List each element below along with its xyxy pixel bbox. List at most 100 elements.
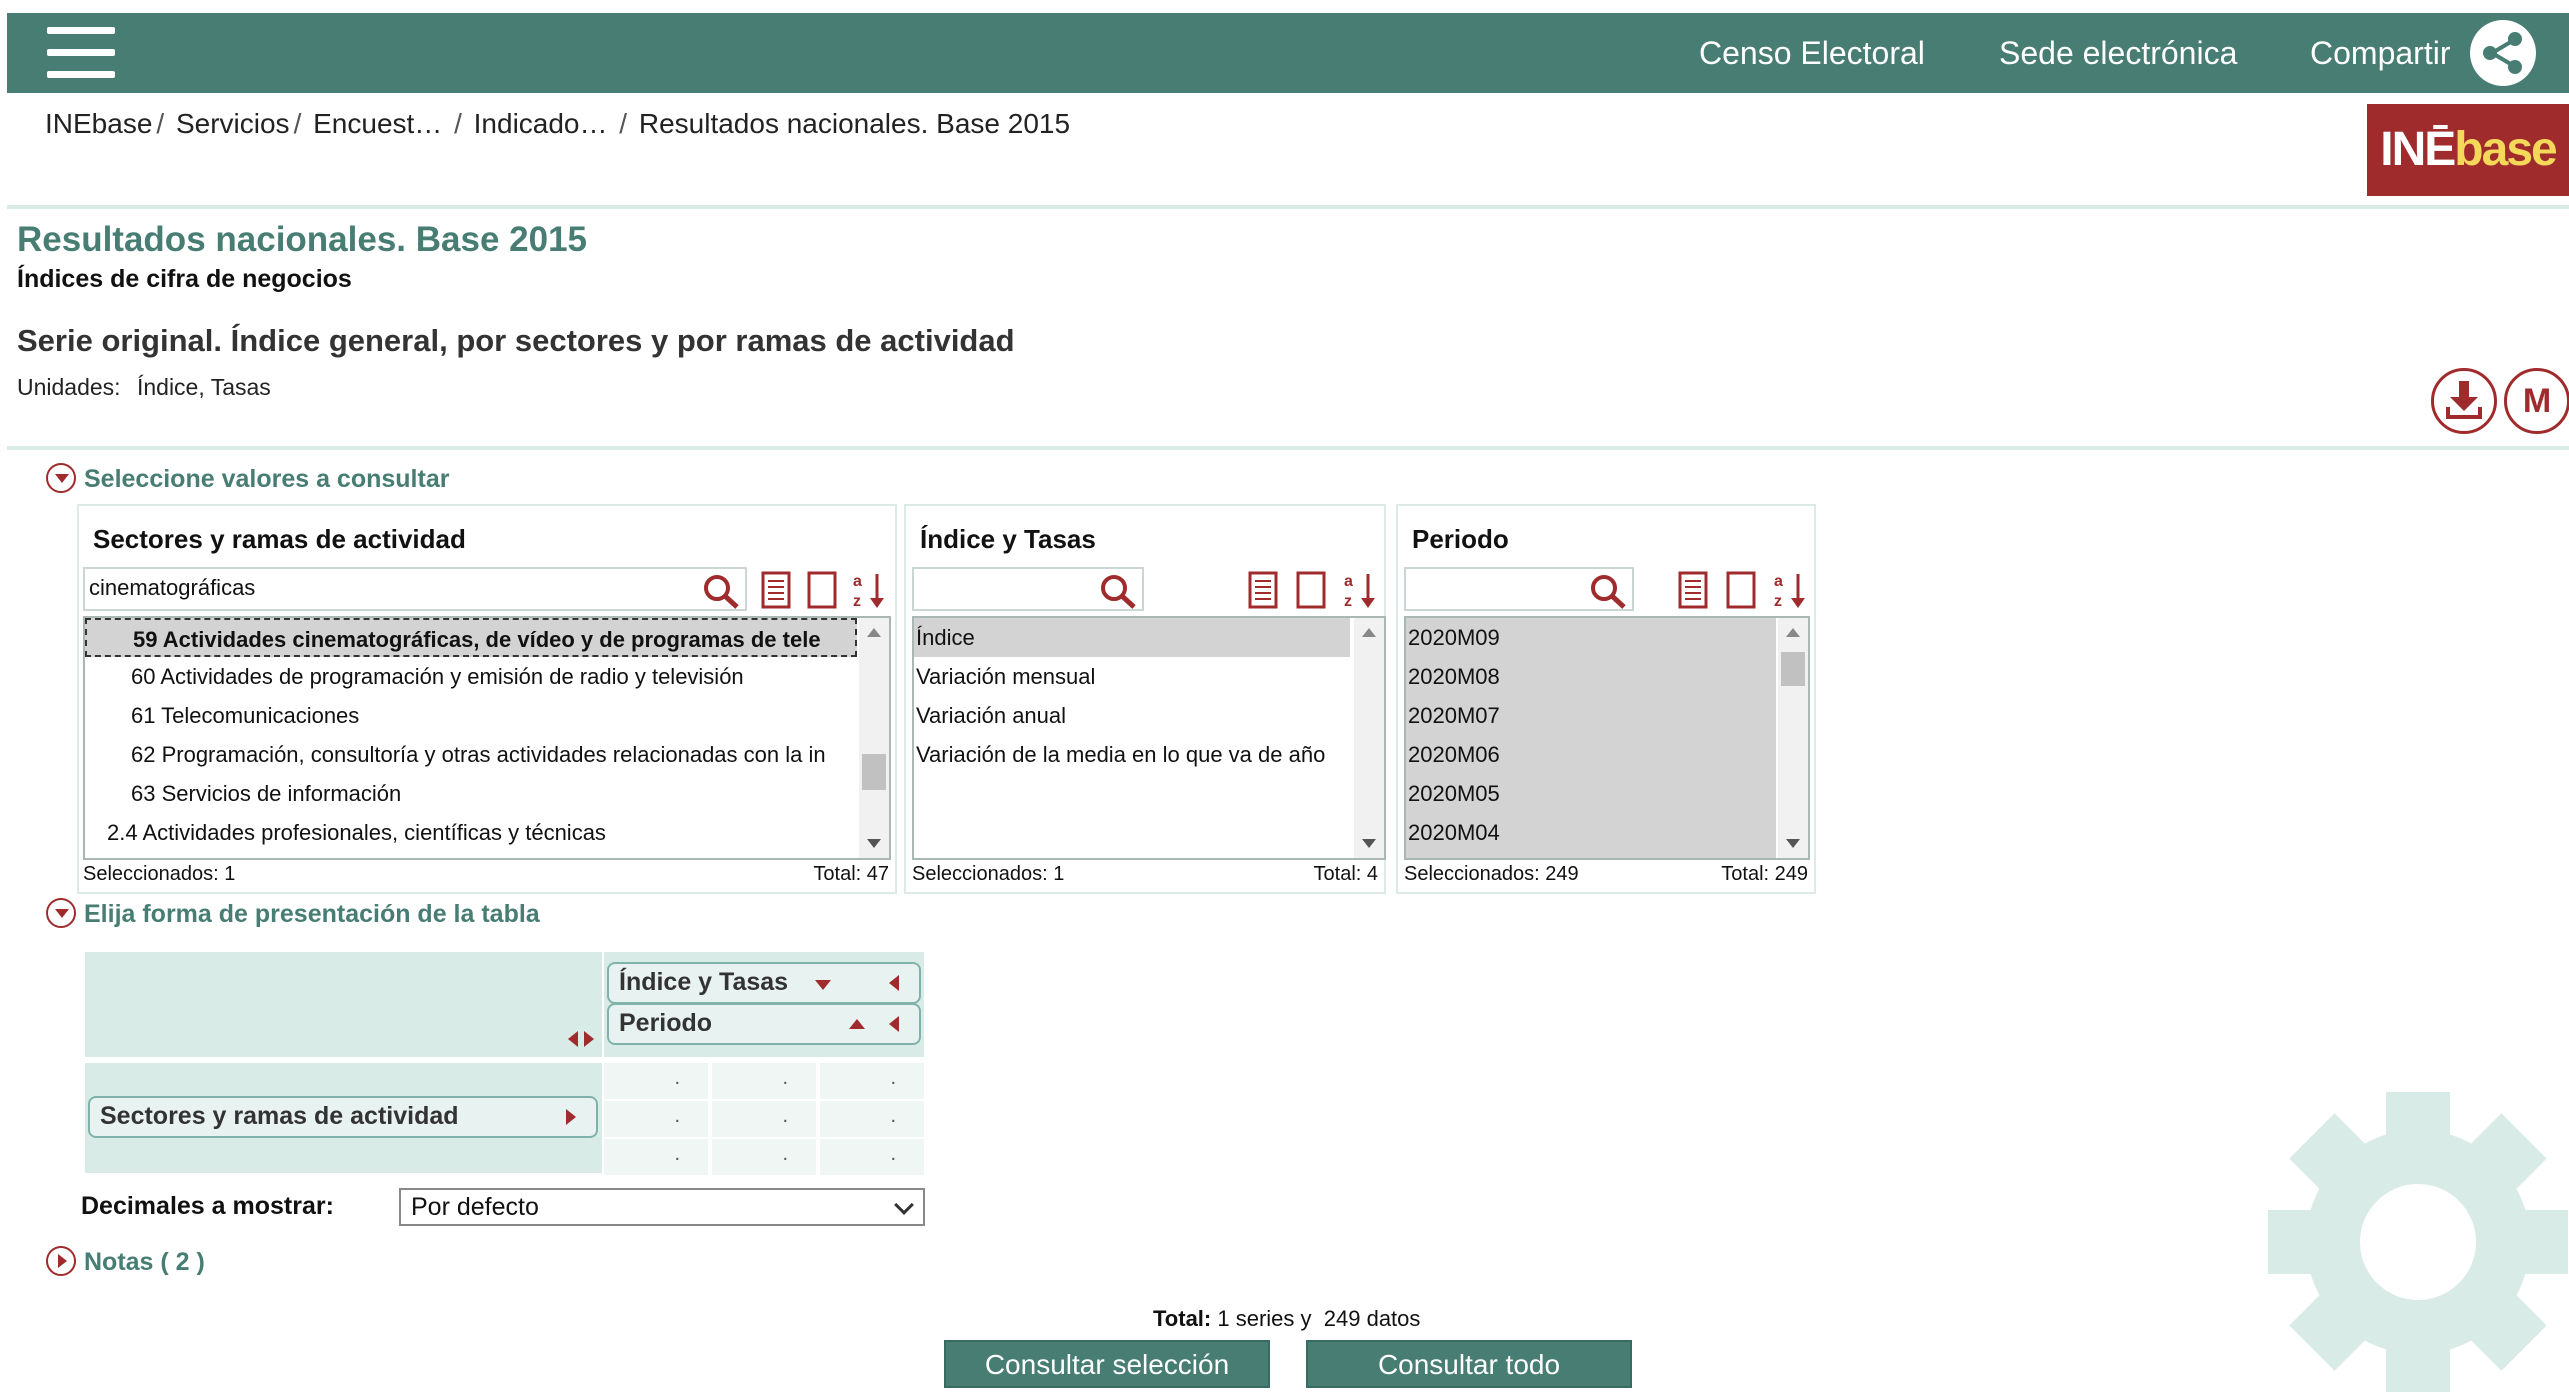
units-value: Índice, Tasas	[136, 374, 271, 400]
page-title: Resultados nacionales. Base 2015	[17, 220, 587, 259]
scroll-down-icon[interactable]	[1786, 839, 1800, 848]
list-item[interactable]: 59 Actividades cinematográficas, de víde…	[85, 618, 857, 657]
table-cell: .	[604, 1063, 708, 1099]
list-item[interactable]: 63 Servicios de información	[85, 774, 857, 813]
breadcrumb-indicadores[interactable]: Indicado…	[474, 108, 608, 139]
table-cell: .	[712, 1101, 816, 1137]
list-item[interactable]: 2020M05	[1406, 774, 1776, 813]
deselect-all-icon[interactable]	[1724, 570, 1760, 610]
scroll-up-icon[interactable]	[1362, 628, 1376, 637]
list-item[interactable]: 2020M09	[1406, 618, 1776, 657]
list-item[interactable]: 2020M06	[1406, 735, 1776, 774]
select-all-icon[interactable]	[1246, 570, 1282, 610]
download-icon	[2446, 381, 2482, 419]
list-item[interactable]: 61 Telecomunicaciones	[85, 696, 857, 735]
select-all-icon[interactable]	[759, 570, 795, 610]
decimals-label: Decimales a mostrar:	[81, 1192, 334, 1220]
nav-sede-electronica[interactable]: Sede electrónica	[1999, 13, 2237, 93]
nav-censo-electoral[interactable]: Censo Electoral	[1699, 13, 1925, 93]
sort-az-icon[interactable]: a z	[1772, 570, 1808, 610]
list-item[interactable]: 62 Programación, consultoría y otras act…	[85, 735, 857, 774]
move-right-icon[interactable]	[566, 1109, 576, 1125]
layout-corner	[85, 952, 602, 1057]
panel-indice-tasas: Índice y Tasas a z Índice Variación mens…	[904, 504, 1386, 894]
search-icon[interactable]	[701, 573, 741, 609]
list-item[interactable]: 2.4 Actividades profesionales, científic…	[85, 813, 857, 852]
list-item[interactable]	[1406, 852, 1776, 858]
indice-listbox[interactable]: Índice Variación mensual Variación anual…	[912, 616, 1386, 860]
sort-az-icon[interactable]: a z	[851, 570, 887, 610]
swap-left-icon[interactable]	[568, 1031, 578, 1047]
svg-text:z: z	[1774, 593, 1782, 610]
list-item[interactable]: 2020M07	[1406, 696, 1776, 735]
download-button[interactable]	[2431, 368, 2497, 434]
share-icon[interactable]	[2470, 20, 2536, 86]
table-cell: .	[604, 1139, 708, 1175]
scrollbar[interactable]	[1778, 618, 1808, 858]
breadcrumb-inebase[interactable]: INEbase	[45, 108, 152, 139]
list-item[interactable]: Variación de la media en lo que va de añ…	[914, 735, 1350, 774]
serie-title: Serie original. Índice general, por sect…	[17, 323, 1015, 358]
move-down-icon[interactable]	[815, 980, 831, 990]
menu-m-button[interactable]: M	[2504, 368, 2569, 434]
dimension-chip-indice[interactable]: Índice y Tasas	[607, 962, 921, 1004]
dimension-chip-periodo[interactable]: Periodo	[607, 1003, 921, 1045]
menu-m-icon: M	[2522, 382, 2552, 420]
list-item[interactable]: 60 Actividades de programación y emisión…	[85, 657, 857, 696]
scroll-up-icon[interactable]	[1786, 628, 1800, 637]
section-select-values[interactable]: Seleccione valores a consultar	[46, 463, 449, 495]
list-item[interactable]: 2020M04	[1406, 813, 1776, 852]
selected-count: Seleccionados: 1	[83, 863, 236, 885]
swap-right-icon[interactable]	[584, 1031, 594, 1047]
svg-text:a: a	[1774, 573, 1783, 590]
search-icon[interactable]	[1588, 573, 1628, 609]
deselect-all-icon[interactable]	[805, 570, 841, 610]
select-all-icon[interactable]	[1676, 570, 1712, 610]
consult-all-button[interactable]: Consultar todo	[1306, 1340, 1632, 1388]
sort-az-icon[interactable]: a z	[1342, 570, 1378, 610]
search-input[interactable]: cinematográficas	[83, 567, 747, 611]
move-up-icon[interactable]	[849, 1019, 865, 1029]
scroll-down-icon[interactable]	[1362, 839, 1376, 848]
list-item[interactable]: Índice	[914, 618, 1350, 657]
consult-selection-button[interactable]: Consultar selección	[944, 1340, 1270, 1388]
periodo-listbox[interactable]: 2020M09 2020M08 2020M07 2020M06 2020M05 …	[1404, 616, 1810, 860]
svg-text:a: a	[1344, 573, 1353, 590]
scroll-thumb[interactable]	[862, 754, 886, 790]
scrollbar[interactable]	[1354, 618, 1384, 858]
panel-sectores: Sectores y ramas de actividad cinematogr…	[77, 504, 897, 894]
panel-title: Índice y Tasas	[920, 524, 1096, 554]
top-bar: Censo Electoral Sede electrónica Compart…	[7, 13, 2569, 93]
search-input[interactable]	[1404, 567, 1634, 611]
chevron-down-icon	[894, 1195, 914, 1215]
search-input[interactable]	[912, 567, 1144, 611]
move-left-icon[interactable]	[889, 975, 899, 991]
scroll-down-icon[interactable]	[867, 839, 881, 848]
list-item[interactable]: Variación anual	[914, 696, 1350, 735]
dimension-chip-sectores[interactable]: Sectores y ramas de actividad	[88, 1096, 598, 1138]
deselect-all-icon[interactable]	[1294, 570, 1330, 610]
inebase-logo[interactable]: INĒbase	[2367, 104, 2569, 196]
panel-title: Sectores y ramas de actividad	[93, 524, 466, 554]
section-presentation[interactable]: Elija forma de presentación de la tabla	[46, 898, 540, 930]
table-cell: .	[712, 1063, 816, 1099]
breadcrumb-encuestas[interactable]: Encuest…	[313, 108, 442, 139]
search-icon[interactable]	[1098, 573, 1138, 609]
svg-text:z: z	[853, 593, 861, 610]
panel-title: Periodo	[1412, 524, 1509, 554]
section-notes[interactable]: Notas ( 2 )	[46, 1246, 205, 1278]
sectores-listbox[interactable]: 59 Actividades cinematográficas, de víde…	[83, 616, 891, 860]
scroll-up-icon[interactable]	[867, 628, 881, 637]
list-item[interactable]: Variación mensual	[914, 657, 1350, 696]
hamburger-menu-icon[interactable]	[47, 27, 115, 79]
scroll-thumb[interactable]	[1781, 652, 1805, 686]
breadcrumb: INEbase / Servicios / Encuest… / Indicado……	[45, 108, 1071, 139]
breadcrumb-servicios[interactable]: Servicios	[176, 108, 290, 139]
selected-count: Seleccionados: 249	[1404, 863, 1579, 885]
decimals-select[interactable]: Por defecto	[399, 1188, 925, 1226]
list-item[interactable]: 2020M08	[1406, 657, 1776, 696]
total-count: Total: 47	[813, 863, 889, 885]
scrollbar[interactable]	[859, 618, 889, 858]
nav-compartir[interactable]: Compartir	[2310, 13, 2450, 93]
move-left-icon[interactable]	[889, 1016, 899, 1032]
